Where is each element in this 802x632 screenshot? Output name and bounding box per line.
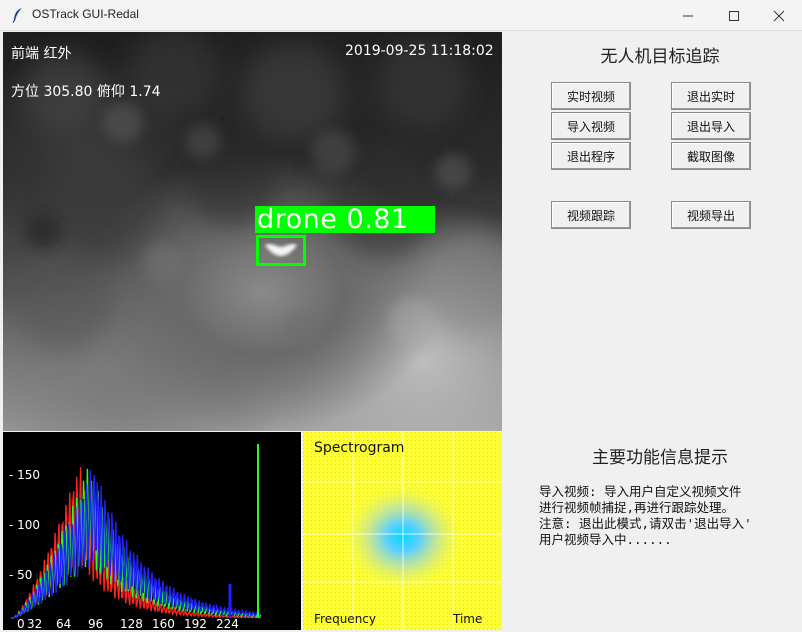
spectrogram-title: Spectrogram (314, 440, 405, 456)
histogram-x-tick: 128 (120, 617, 143, 630)
camera-mode-label: 前端 红外 (11, 46, 72, 62)
histogram-x-tick: 160 (152, 617, 175, 630)
histogram-chart: - 150 - 100 - 50 0 32 64 96 128 160 192 224 (9, 444, 262, 631)
feather-icon (12, 8, 22, 23)
info-line: 导入视频: 导入用户自定义视频文件 (539, 484, 742, 499)
histogram-series-line (11, 468, 262, 619)
close-button[interactable] (756, 0, 802, 31)
histogram-x-tick: 192 (184, 617, 207, 630)
spectrogram-ylabel: Time (453, 612, 483, 626)
histogram-x-tick: 224 (216, 617, 239, 630)
video-export-button[interactable]: 视频导出 (671, 201, 751, 229)
detection-label: drone 0.81 (255, 206, 435, 233)
histogram-panel: - 150 - 100 - 50 0 32 64 96 128 160 192 224 (3, 432, 301, 631)
spectrogram-panel: Spectrogram Frequency Time (303, 432, 502, 630)
minimize-button[interactable] (665, 0, 711, 31)
exit-import-button[interactable]: 退出导入 (671, 112, 751, 140)
spectrogram-chart (303, 432, 502, 630)
histogram-x-tick: 96 (88, 617, 103, 630)
spectrogram-xlabel: Frequency (314, 612, 376, 626)
datetime-label: 2019-09-25 11:18:02 (345, 43, 494, 59)
realtime-video-button[interactable]: 实时视频 (551, 82, 631, 110)
window-title: OSTrack GUI-Redal (32, 7, 139, 21)
quit-program-button[interactable]: 退出程序 (551, 142, 631, 170)
histogram-y-tick: - 100 (9, 518, 40, 532)
title-bar: OSTrack GUI-Redal (0, 0, 802, 31)
histogram-y-tick: - 50 (9, 568, 32, 582)
exit-realtime-button[interactable]: 退出实时 (671, 82, 751, 110)
close-icon (773, 10, 785, 21)
maximize-button[interactable] (711, 0, 757, 31)
drone-target (265, 244, 297, 256)
maximize-icon (729, 10, 739, 21)
import-video-button[interactable]: 导入视频 (551, 112, 631, 140)
video-frame: 前端 红外 2019-09-25 11:18:02 方位 305.80 俯仰 1… (3, 32, 502, 431)
histogram-x-tick: 64 (56, 617, 71, 630)
histogram-x-tick: 32 (27, 617, 42, 630)
info-line: 注意: 退出此模式,请双击'退出导入' (539, 516, 752, 531)
capture-image-button[interactable]: 截取图像 (671, 142, 751, 170)
info-title: 主要功能信息提示 (592, 448, 728, 468)
info-line: 用户视频导入中...... (539, 532, 672, 547)
info-line: 进行视频帧捕捉,再进行跟踪处理。 (539, 500, 735, 515)
minimize-icon (683, 15, 693, 16)
histogram-y-tick: - 150 (9, 468, 40, 482)
video-track-button[interactable]: 视频跟踪 (551, 201, 631, 229)
histogram-x-tick: 0 (17, 617, 25, 630)
panel-title: 无人机目标追踪 (600, 47, 720, 67)
angle-readout: 方位 305.80 俯仰 1.74 (11, 84, 161, 100)
